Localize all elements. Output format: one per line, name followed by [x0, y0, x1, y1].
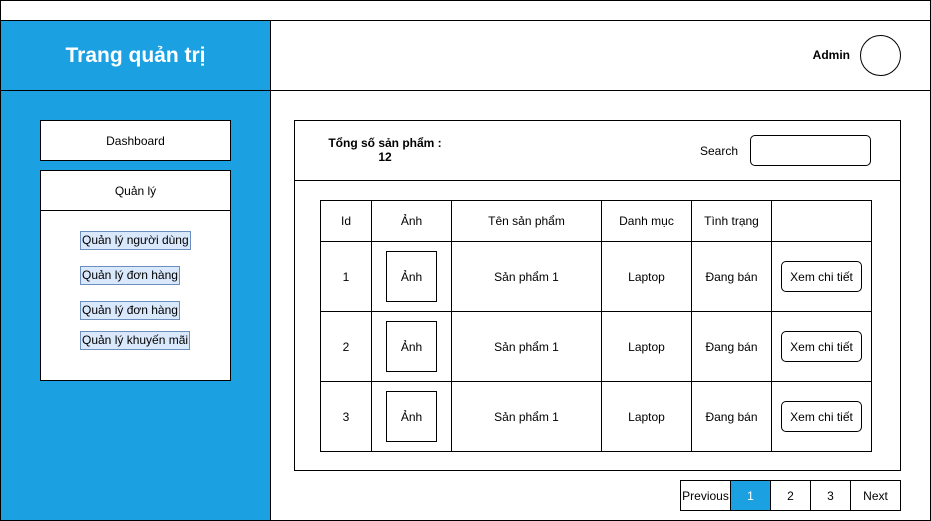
product-image: Ảnh [386, 321, 437, 372]
cell-id: 2 [320, 311, 372, 382]
view-detail-button[interactable]: Xem chi tiết [781, 401, 862, 432]
table-header-row: Id Ảnh Tên sản phẩm Danh mục Tình trạng [320, 200, 872, 242]
table-row: 1 Ảnh Sản phẩm 1 Laptop Đang bán Xem chi… [320, 241, 872, 312]
cell-name: Sản phẩm 1 [451, 311, 602, 382]
cell-name: Sản phẩm 1 [451, 241, 602, 312]
view-detail-button[interactable]: Xem chi tiết [781, 261, 862, 292]
product-total: Tổng số sản phẩm : 12 [315, 136, 455, 164]
page-2-button[interactable]: 2 [770, 480, 811, 511]
cell-category: Laptop [601, 241, 692, 312]
cell-category: Laptop [601, 311, 692, 382]
cell-status: Đang bán [691, 381, 772, 452]
cell-category: Laptop [601, 381, 692, 452]
cell-action: Xem chi tiết [771, 381, 872, 452]
product-image: Ảnh [386, 251, 437, 302]
cell-action: Xem chi tiết [771, 311, 872, 382]
table-row: 2 Ảnh Sản phẩm 1 Laptop Đang bán Xem chi… [320, 311, 872, 382]
product-image: Ảnh [386, 391, 437, 442]
products-table: Id Ảnh Tên sản phẩm Danh mục Tình trạng … [320, 200, 872, 452]
sidebar-item-manage[interactable]: Quản lý [40, 170, 231, 211]
submenu-item-users[interactable]: Quản lý người dùng [80, 231, 191, 250]
cell-image: Ảnh [371, 311, 452, 382]
table-row: 3 Ảnh Sản phẩm 1 Laptop Đang bán Xem chi… [320, 381, 872, 452]
cell-status: Đang bán [691, 241, 772, 312]
page-1-button[interactable]: 1 [730, 480, 771, 511]
header-status: Tình trạng [691, 200, 772, 242]
header-image: Ảnh [371, 200, 452, 242]
cell-image: Ảnh [371, 381, 452, 452]
next-button[interactable]: Next [850, 480, 901, 511]
cell-status: Đang bán [691, 311, 772, 382]
app-title: Trang quản trị [65, 43, 206, 67]
cell-name: Sản phẩm 1 [451, 381, 602, 452]
previous-button[interactable]: Previous [680, 480, 731, 511]
avatar[interactable] [860, 35, 901, 76]
search-input[interactable] [750, 135, 871, 166]
pagination: Previous 1 2 3 Next [680, 480, 901, 511]
product-total-label: Tổng số sản phẩm : [328, 136, 442, 150]
header-id: Id [320, 200, 372, 242]
cell-id: 1 [320, 241, 372, 312]
page-3-button[interactable]: 3 [810, 480, 851, 511]
panel-divider [294, 180, 901, 181]
header-category: Danh mục [601, 200, 692, 242]
search-label: Search [700, 144, 739, 158]
header-action [771, 200, 872, 242]
submenu-item-orders-2[interactable]: Quản lý đơn hàng [80, 301, 180, 320]
cell-id: 3 [320, 381, 372, 452]
cell-action: Xem chi tiết [771, 241, 872, 312]
user-name: Admin [812, 48, 850, 62]
header-name: Tên sản phẩm [451, 200, 602, 242]
cell-image: Ảnh [371, 241, 452, 312]
submenu-item-promotions[interactable]: Quản lý khuyến mãi [80, 331, 191, 350]
submenu-item-orders[interactable]: Quản lý đơn hàng [80, 266, 180, 285]
sidebar-item-dashboard[interactable]: Dashboard [40, 120, 231, 161]
view-detail-button[interactable]: Xem chi tiết [781, 331, 862, 362]
product-total-count: 12 [378, 150, 392, 164]
